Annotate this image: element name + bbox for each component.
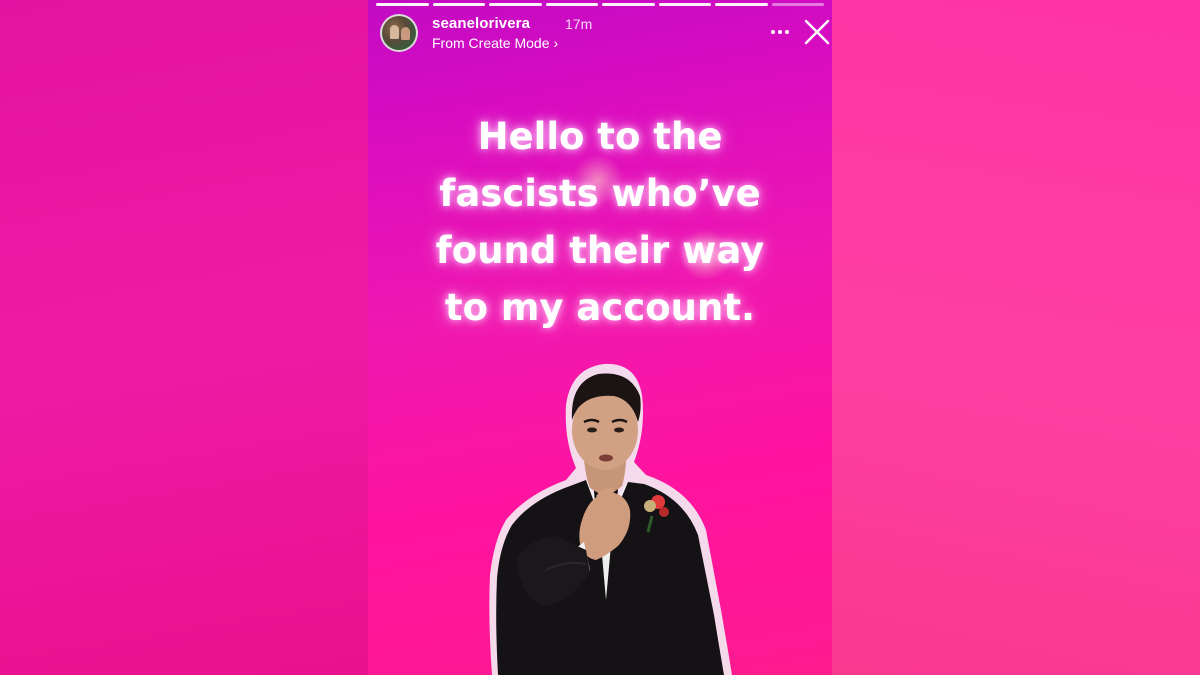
- story-caption: Hello to the fascists who’ve found their…: [368, 108, 832, 336]
- caption-line: Hello to the: [477, 115, 723, 158]
- create-mode-link[interactable]: From Create Mode ›: [432, 35, 558, 51]
- more-horizontal-icon[interactable]: [766, 20, 794, 44]
- chevron-right-icon: ›: [553, 35, 559, 51]
- post-timestamp: 17m: [565, 16, 593, 32]
- profile-avatar[interactable]: [380, 14, 418, 52]
- progress-segment: [602, 3, 655, 6]
- progress-segment-current: [771, 3, 824, 6]
- story-progress-bar: [376, 3, 824, 6]
- username-link[interactable]: seanelorivera: [432, 15, 530, 32]
- progress-segment: [545, 3, 598, 6]
- story-header: seanelorivera 17m From Create Mode ›: [380, 14, 830, 54]
- close-icon[interactable]: [802, 17, 832, 47]
- caption-line: to my account.: [444, 286, 756, 329]
- progress-segment: [658, 3, 711, 6]
- story-viewer[interactable]: seanelorivera 17m From Create Mode › Hel…: [368, 0, 832, 675]
- progress-segment: [432, 3, 485, 6]
- create-mode-label: From Create Mode: [432, 35, 550, 51]
- caption-line: fascists who’ve: [439, 172, 761, 215]
- progress-segment: [715, 3, 768, 6]
- gif-sticker-man-in-tuxedo[interactable]: [486, 360, 736, 675]
- progress-segment: [376, 3, 429, 6]
- progress-segment: [489, 3, 542, 6]
- backdrop-right-panel: [832, 0, 1200, 675]
- backdrop-left-panel: [0, 0, 368, 675]
- caption-line: found their way: [435, 229, 765, 272]
